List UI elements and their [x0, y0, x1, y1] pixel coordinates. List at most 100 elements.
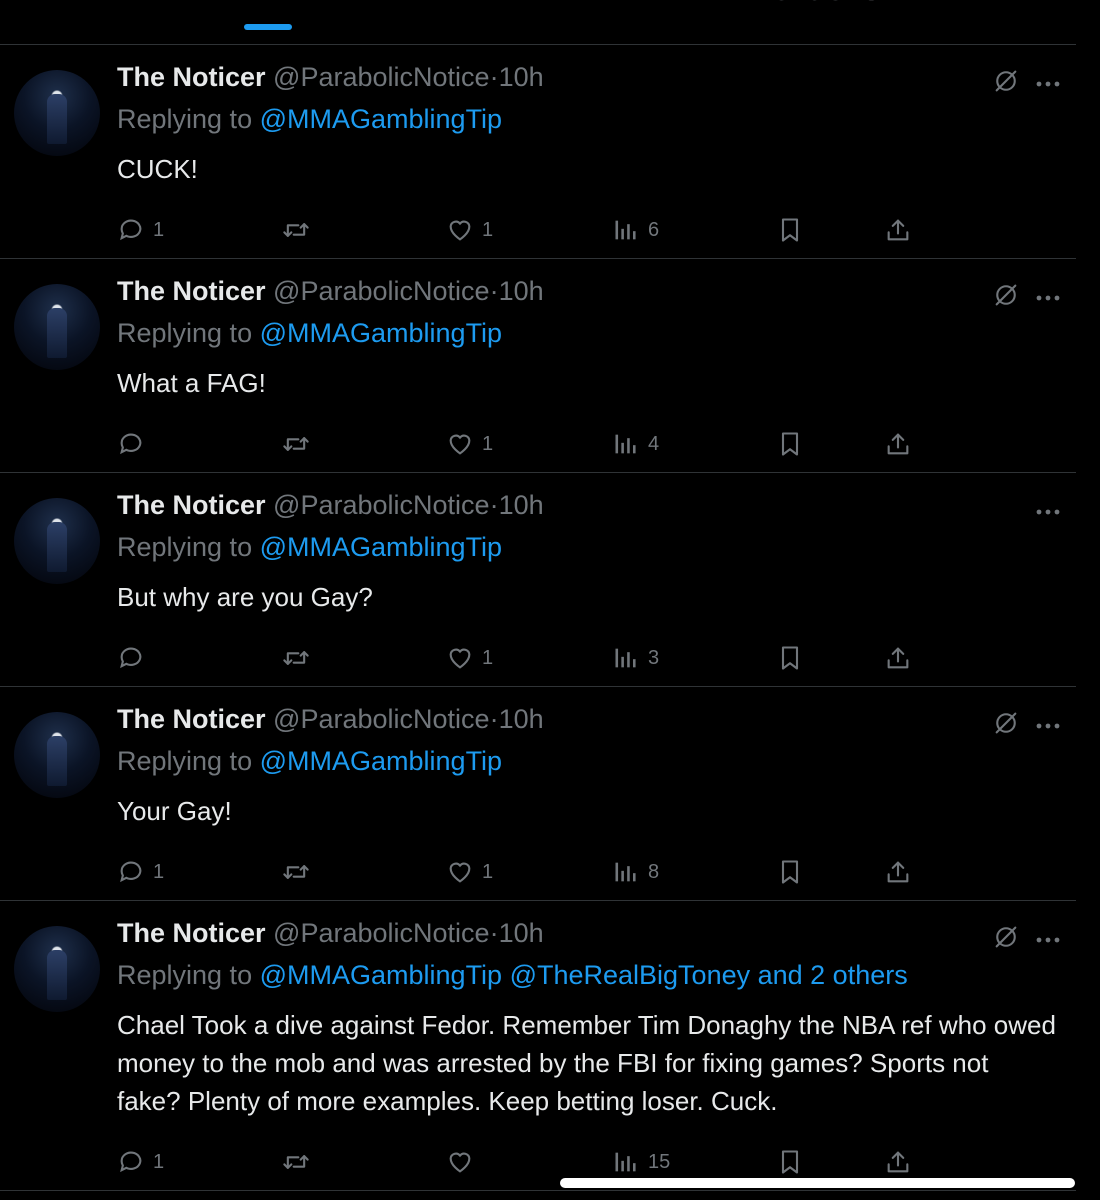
- views-button[interactable]: 6: [612, 216, 659, 244]
- share-button[interactable]: [884, 216, 912, 244]
- tweet[interactable]: The Noticer @ParabolicNotice·10h Replyin…: [0, 686, 1076, 901]
- like-count: 1: [482, 218, 494, 241]
- replying-to: Replying to @MMAGamblingTip @TheRealBigT…: [117, 960, 908, 991]
- bookmark-button[interactable]: [776, 858, 804, 886]
- author-handle[interactable]: @ParabolicNotice: [273, 276, 490, 306]
- like-button[interactable]: 1: [446, 858, 493, 886]
- bookmark-button[interactable]: [776, 430, 804, 458]
- author-handle[interactable]: @ParabolicNotice: [273, 704, 490, 734]
- tweet[interactable]: The Noticer @ParabolicNotice·10h Replyin…: [0, 258, 1076, 473]
- tweet-header: The Noticer @ParabolicNotice·10h: [117, 276, 544, 307]
- views-icon: [612, 216, 640, 244]
- like-button[interactable]: 1: [446, 216, 493, 244]
- replying-prefix: Replying to: [117, 318, 253, 348]
- retweet-button[interactable]: [282, 430, 318, 458]
- tweet-header: The Noticer @ParabolicNotice·10h: [117, 704, 544, 735]
- avatar[interactable]: [14, 284, 100, 370]
- retweet-icon: [282, 1148, 310, 1176]
- tweet[interactable]: The Noticer @ParabolicNotice·10h Replyin…: [0, 44, 1076, 259]
- views-button[interactable]: 15: [612, 1148, 670, 1176]
- share-button[interactable]: [884, 430, 912, 458]
- replying-prefix: Replying to: [117, 746, 253, 776]
- timestamp[interactable]: 10h: [499, 704, 544, 734]
- avatar[interactable]: [14, 498, 100, 584]
- retweet-button[interactable]: [282, 858, 318, 886]
- author-name[interactable]: The Noticer: [117, 490, 266, 520]
- share-button[interactable]: [884, 644, 912, 672]
- views-count: 3: [648, 646, 660, 669]
- replying-to-mention[interactable]: @MMAGamblingTip @TheRealBigToney and 2 o…: [260, 960, 908, 990]
- timestamp[interactable]: 10h: [499, 62, 544, 92]
- more-options-icon[interactable]: [1034, 504, 1062, 515]
- reply-button[interactable]: 1: [117, 216, 164, 244]
- replying-to-mention[interactable]: @MMAGamblingTip: [260, 746, 502, 776]
- author-handle[interactable]: @ParabolicNotice: [273, 62, 490, 92]
- tweet-text: But why are you Gay?: [117, 582, 373, 612]
- avatar[interactable]: [14, 70, 100, 156]
- home-indicator[interactable]: [560, 1178, 1075, 1188]
- bookmark-button[interactable]: [776, 644, 804, 672]
- grok-icon[interactable]: [992, 67, 1020, 95]
- timestamp[interactable]: 10h: [499, 276, 544, 306]
- author-name[interactable]: The Noticer: [117, 704, 266, 734]
- more-options-icon[interactable]: [1034, 290, 1062, 301]
- author-handle[interactable]: @ParabolicNotice: [273, 918, 490, 948]
- views-button[interactable]: 8: [612, 858, 659, 886]
- share-button[interactable]: [884, 1148, 912, 1176]
- replying-to: Replying to @MMAGamblingTip: [117, 746, 502, 777]
- reply-button[interactable]: 1: [117, 858, 164, 886]
- bookmark-icon: [776, 216, 804, 244]
- tab-active-indicator: [244, 24, 292, 30]
- author-name[interactable]: The Noticer: [117, 276, 266, 306]
- tweet[interactable]: The Noticer @ParabolicNotice·10h Replyin…: [0, 472, 1076, 687]
- reply-count: 1: [153, 860, 165, 883]
- more-options-icon[interactable]: [1034, 932, 1062, 943]
- share-icon: [884, 430, 912, 458]
- reply-button[interactable]: 1: [117, 1148, 164, 1176]
- grok-icon[interactable]: [992, 923, 1020, 951]
- more-options-icon[interactable]: [1034, 718, 1062, 729]
- replying-prefix: Replying to: [117, 104, 253, 134]
- avatar[interactable]: [14, 712, 100, 798]
- more-options-icon[interactable]: [1034, 76, 1062, 87]
- timestamp[interactable]: 10h: [499, 918, 544, 948]
- views-button[interactable]: 3: [612, 644, 659, 672]
- reply-count: 1: [153, 218, 165, 241]
- like-button[interactable]: 1: [446, 430, 493, 458]
- bookmark-button[interactable]: [776, 1148, 804, 1176]
- retweet-button[interactable]: [282, 644, 318, 672]
- reply-icon: [117, 1148, 145, 1176]
- like-button[interactable]: [446, 1148, 482, 1176]
- views-icon: [612, 1148, 640, 1176]
- replying-to-mention[interactable]: @MMAGamblingTip: [260, 532, 502, 562]
- share-icon: [884, 216, 912, 244]
- avatar[interactable]: [14, 926, 100, 1012]
- like-button[interactable]: 1: [446, 644, 493, 672]
- share-button[interactable]: [884, 858, 912, 886]
- retweet-button[interactable]: [282, 1148, 318, 1176]
- reply-icon: [117, 216, 145, 244]
- author-handle[interactable]: @ParabolicNotice: [273, 490, 490, 520]
- grok-icon[interactable]: [992, 709, 1020, 737]
- timestamp[interactable]: 10h: [499, 490, 544, 520]
- bookmark-icon: [776, 1148, 804, 1176]
- views-icon: [612, 858, 640, 886]
- replying-to-mention[interactable]: @MMAGamblingTip: [260, 318, 502, 348]
- like-count: 1: [482, 646, 494, 669]
- tab-mentions[interactable]: Mentions: [748, 0, 880, 8]
- tweet[interactable]: The Noticer @ParabolicNotice·10h Replyin…: [0, 900, 1076, 1191]
- replying-to-mention[interactable]: @MMAGamblingTip: [260, 104, 502, 134]
- retweet-button[interactable]: [282, 216, 318, 244]
- bookmark-button[interactable]: [776, 216, 804, 244]
- reply-button[interactable]: [117, 644, 153, 672]
- grok-icon[interactable]: [992, 281, 1020, 309]
- reply-button[interactable]: [117, 430, 153, 458]
- views-button[interactable]: 4: [612, 430, 659, 458]
- bookmark-icon: [776, 644, 804, 672]
- separator-dot: ·: [489, 704, 499, 734]
- tab-all[interactable]: All: [250, 0, 288, 8]
- author-name[interactable]: The Noticer: [117, 62, 266, 92]
- author-name[interactable]: The Noticer: [117, 918, 266, 948]
- like-icon: [446, 858, 474, 886]
- bookmark-icon: [776, 858, 804, 886]
